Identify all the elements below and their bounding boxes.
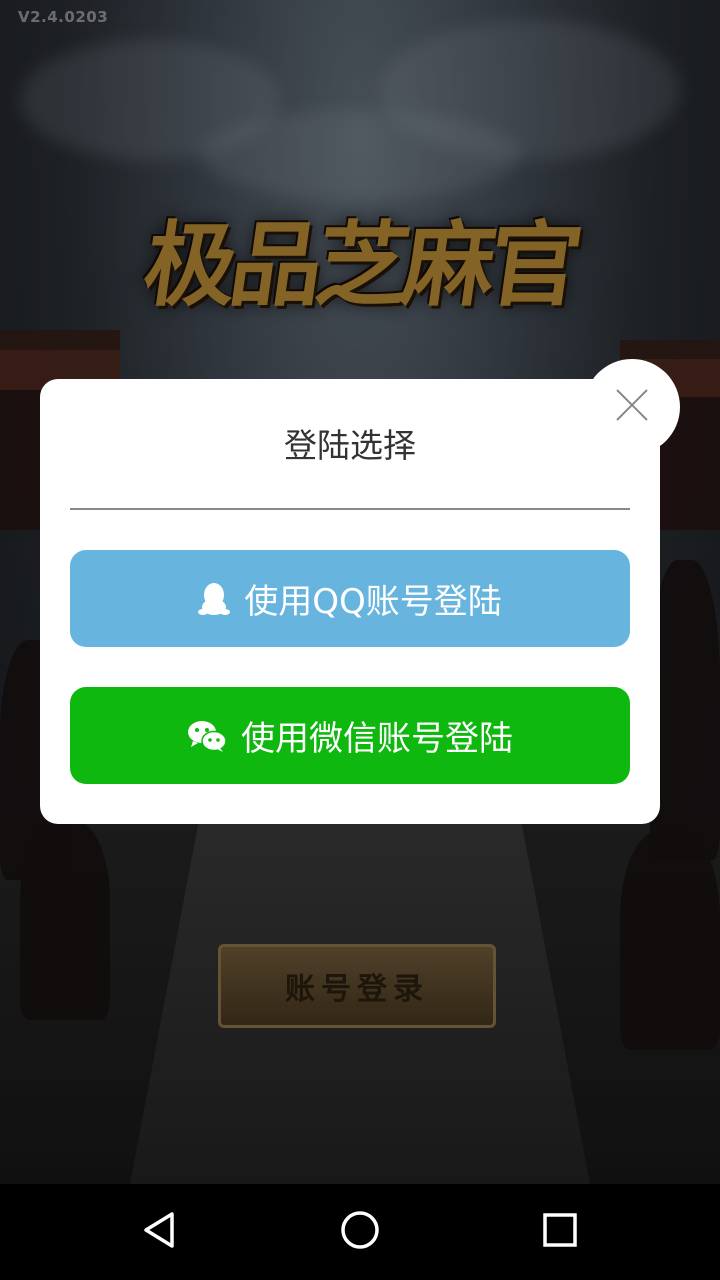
qq-login-button[interactable]: 使用QQ账号登陆	[70, 550, 630, 647]
title-divider	[70, 508, 630, 510]
wechat-login-button[interactable]: 使用微信账号登陆	[70, 687, 630, 784]
qq-penguin-icon	[198, 582, 231, 616]
close-dialog-button[interactable]	[584, 359, 680, 455]
dialog-title: 登陆选择	[284, 426, 416, 465]
nav-back-button[interactable]	[136, 1208, 184, 1256]
login-choice-dialog: 登陆选择 使用QQ账号登陆 使用微信账号登陆	[40, 379, 660, 824]
system-navigation-bar	[0, 1184, 720, 1280]
recents-square-icon	[540, 1210, 580, 1254]
nav-recents-button[interactable]	[536, 1208, 584, 1256]
wechat-icon	[187, 719, 227, 753]
wechat-login-label: 使用微信账号登陆	[241, 719, 513, 759]
back-triangle-icon	[140, 1210, 180, 1254]
qq-login-label: 使用QQ账号登陆	[244, 582, 502, 622]
close-icon	[614, 387, 650, 427]
home-circle-icon	[339, 1209, 381, 1255]
nav-home-button[interactable]	[336, 1208, 384, 1256]
